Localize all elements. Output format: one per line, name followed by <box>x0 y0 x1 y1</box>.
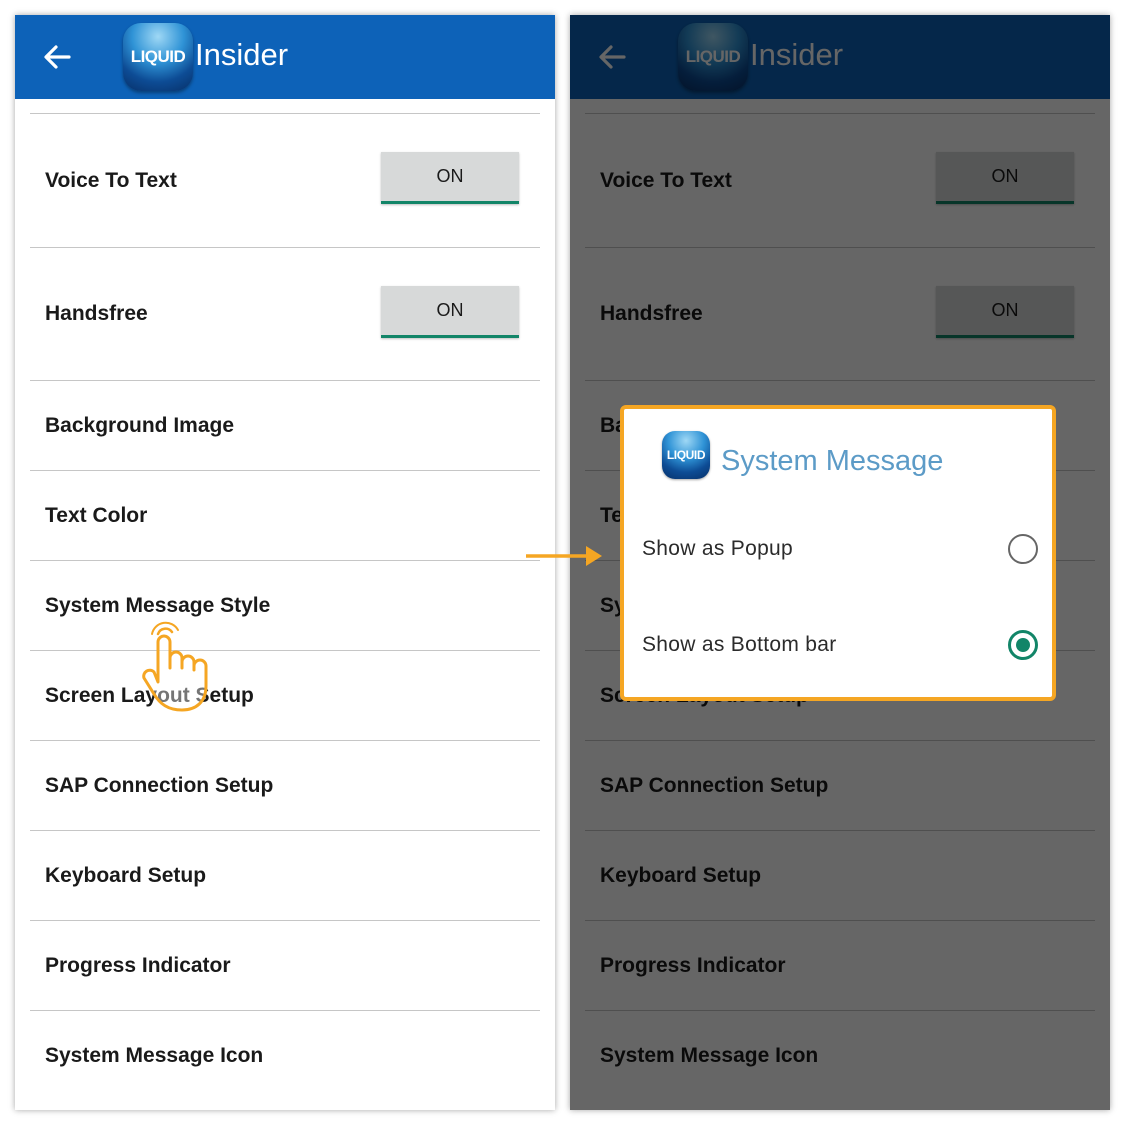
option-show-as-popup[interactable]: Show as Popup <box>642 519 1052 579</box>
system-message-dialog: LIQUID System Message Show as Popup Show… <box>620 405 1056 701</box>
radio-unselected[interactable] <box>1008 534 1038 564</box>
setting-row-keyboard-setup[interactable]: Keyboard Setup <box>30 831 540 921</box>
setting-label: Keyboard Setup <box>45 863 207 887</box>
setting-row-background-image[interactable]: Background Image <box>30 381 540 471</box>
setting-label: Handsfree <box>45 302 148 325</box>
option-show-as-bottom-bar[interactable]: Show as Bottom bar <box>642 615 1052 675</box>
setting-row-screen-layout-setup[interactable]: Screen Layout Setup <box>30 651 540 741</box>
app-title: Insider <box>195 37 289 72</box>
option-label: Show as Bottom bar <box>642 633 837 656</box>
option-label: Show as Popup <box>642 537 794 560</box>
radio-dot <box>1016 638 1030 652</box>
setting-row-system-message-icon[interactable]: System Message Icon <box>30 1011 540 1100</box>
radio-selected[interactable] <box>1008 630 1038 660</box>
setting-label: Background Image <box>45 413 235 437</box>
handsfree-toggle[interactable]: ON <box>381 286 519 338</box>
setting-row-handsfree: Handsfree ON <box>30 248 540 381</box>
setting-label: System Message Icon <box>45 1043 264 1067</box>
setting-row-sap-connection-setup[interactable]: SAP Connection Setup <box>30 741 540 831</box>
setting-label: Text Color <box>45 503 148 527</box>
settings-screen: LIQUID Insider Voice To Text ON Handsfre… <box>15 15 555 1110</box>
setting-label: SAP Connection Setup <box>45 773 274 797</box>
back-button[interactable] <box>41 41 73 73</box>
liquid-logo: LIQUID <box>123 23 193 91</box>
liquid-logo: LIQUID <box>662 431 710 479</box>
setting-row-progress-indicator[interactable]: Progress Indicator <box>30 921 540 1011</box>
voice-to-text-toggle[interactable]: ON <box>381 152 519 204</box>
dialog-title: System Message <box>721 445 944 477</box>
setting-label: Progress Indicator <box>45 953 231 977</box>
setting-label: Voice To Text <box>45 168 177 192</box>
settings-screen-with-dialog: LIQUID Insider Voice To Text ON Handsfre… <box>570 15 1110 1110</box>
arrow-right-icon <box>526 546 602 566</box>
arrow-left-icon <box>44 45 71 69</box>
setting-row-text-color[interactable]: Text Color <box>30 471 540 561</box>
setting-row-system-message-style[interactable]: System Message Style <box>30 561 540 651</box>
app-bar: LIQUID Insider <box>15 15 555 99</box>
setting-row-voice-to-text: Voice To Text ON <box>30 114 540 248</box>
hand-pointer-icon <box>142 621 208 712</box>
